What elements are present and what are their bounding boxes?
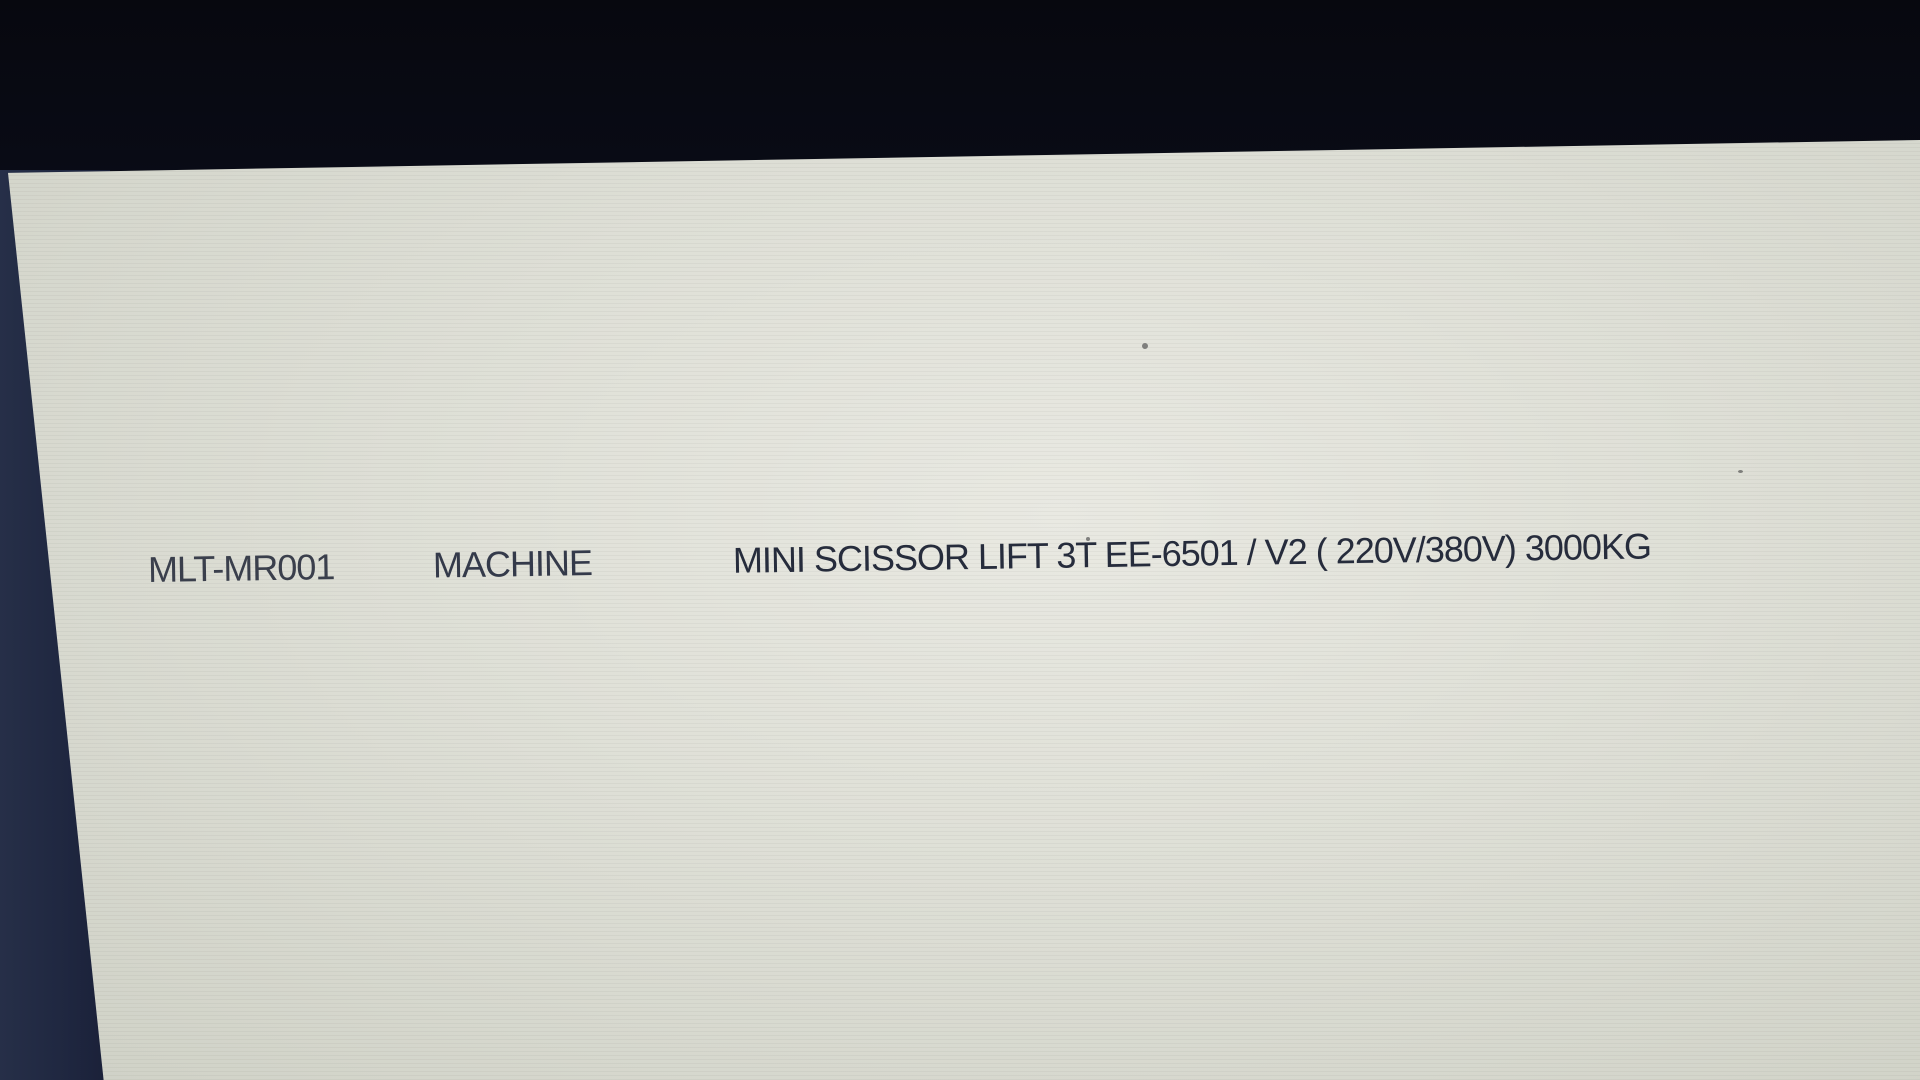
- table-row[interactable]: MLT-MR001 MACHINE MINI SCISSOR LIFT 3T E…: [147, 516, 1652, 600]
- dust-speck: [1142, 343, 1148, 349]
- photographed-monitor: MLT-MR001 MACHINE MINI SCISSOR LIFT 3T E…: [0, 0, 1920, 1080]
- screen-content-area: MLT-MR001 MACHINE MINI SCISSOR LIFT 3T E…: [8, 140, 1920, 1080]
- dust-speck: [1738, 470, 1743, 473]
- description-cell: MINI SCISSOR LIFT 3T EE-6501 / V2 ( 220V…: [732, 525, 1652, 581]
- dust-speck: [1086, 537, 1090, 541]
- category-cell: MACHINE: [432, 542, 593, 586]
- item-code-cell: MLT-MR001: [147, 546, 335, 590]
